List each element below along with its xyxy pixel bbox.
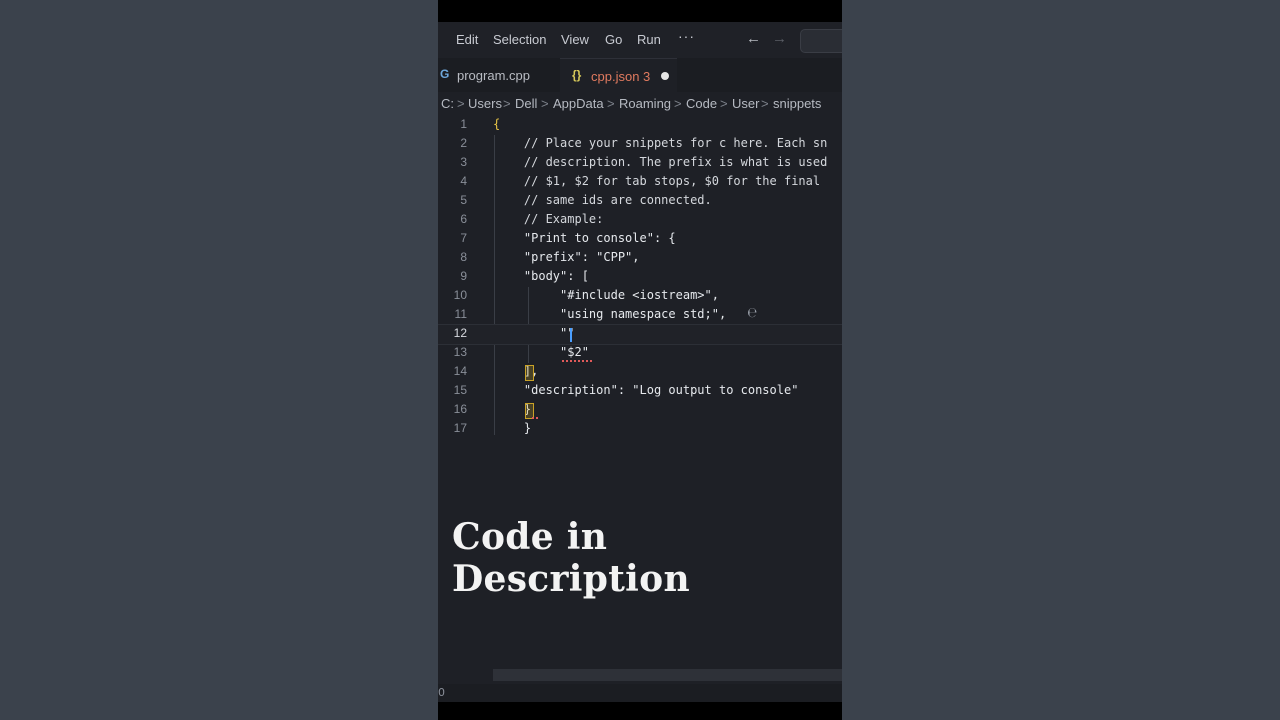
bracket-match-highlight [525, 365, 534, 381]
breadcrumb-item[interactable]: User [732, 96, 759, 111]
tab-cpp-json[interactable]: {} cpp.json 3 [560, 58, 677, 93]
line-number: 5 [460, 193, 467, 207]
error-squiggle [562, 360, 592, 362]
top-black-bar [438, 0, 842, 22]
line-text: "prefix": "CPP", [495, 250, 640, 264]
mouse-ibeam-icon: ℮ [748, 305, 757, 321]
code-line: 1 { [438, 116, 842, 135]
breadcrumb-item[interactable]: Users [468, 96, 502, 111]
line-number: 7 [460, 231, 467, 245]
arrow-right-icon[interactable]: → [772, 30, 787, 47]
code-line: 11 "using namespace std;", ℮ [438, 305, 842, 325]
code-line: 17 } [438, 420, 842, 439]
line-text: { [493, 117, 501, 131]
code-line: 16 } [438, 401, 842, 420]
code-line: 6 // Example: [438, 211, 842, 230]
line-text: // same ids are connected. [495, 193, 712, 207]
menu-more-button[interactable]: ··· [678, 28, 695, 44]
line-text: "description": "Log output to console" [495, 383, 799, 397]
breadcrumb: C: > Users > Dell > AppData > Roaming > … [438, 92, 842, 116]
menu-bar: Edit Selection View Go Run ··· ← → [438, 22, 842, 58]
tab-program-cpp[interactable]: G program.cpp [438, 58, 560, 92]
code-line: 7 "Print to console": { [438, 230, 842, 249]
code-line: 8 "prefix": "CPP", [438, 249, 842, 268]
bottom-black-bar [438, 702, 842, 720]
breadcrumb-item[interactable]: C: [441, 96, 454, 111]
line-text: "" [495, 326, 575, 340]
text-cursor [570, 328, 572, 342]
json-file-icon: {} [572, 68, 582, 82]
status-text[interactable]: 0 [438, 686, 445, 699]
line-text: // $1, $2 for tab stops, $0 for the fina… [495, 174, 828, 188]
line-number: 15 [453, 383, 467, 397]
line-number: 2 [460, 136, 467, 150]
menu-run[interactable]: Run [637, 32, 661, 47]
menu-edit[interactable]: Edit [456, 32, 478, 47]
line-number: 11 [454, 307, 467, 321]
video-caption: Code in Description [452, 516, 690, 600]
line-number: 3 [460, 155, 467, 169]
breadcrumb-separator: > [761, 96, 769, 111]
breadcrumb-item[interactable]: Dell [515, 96, 537, 111]
line-text: "Print to console": { [495, 231, 676, 245]
line-text: } [495, 421, 532, 435]
menu-go[interactable]: Go [605, 32, 622, 47]
code-line: 10 "#include <iostream>", [438, 287, 842, 306]
breadcrumb-separator: > [457, 96, 465, 111]
editor-tab-bar: G program.cpp {} cpp.json 3 [438, 58, 842, 93]
breadcrumb-separator: > [541, 96, 549, 111]
breadcrumb-item[interactable]: snippets [773, 96, 821, 111]
breadcrumb-item[interactable]: AppData [553, 96, 604, 111]
breadcrumb-separator: > [503, 96, 511, 111]
left-backdrop [0, 0, 438, 720]
line-number: 17 [453, 421, 467, 435]
arrow-left-icon[interactable]: ← [746, 30, 761, 47]
code-line: 4 // $1, $2 for tab stops, $0 for the fi… [438, 173, 842, 192]
breadcrumb-separator: > [720, 96, 728, 111]
unsaved-dot-icon[interactable] [661, 72, 669, 80]
tab-label: program.cpp [457, 68, 530, 83]
tab-label: cpp.json 3 [591, 69, 651, 84]
breadcrumb-separator: > [674, 96, 682, 111]
right-backdrop [842, 0, 1280, 720]
cpp-file-icon: G [440, 67, 450, 81]
vscode-window: Edit Selection View Go Run ··· ← → G pro… [438, 0, 842, 720]
error-squiggle [532, 417, 540, 419]
line-text: // Place your snippets for c here. Each … [495, 136, 828, 150]
line-number: 13 [453, 345, 467, 359]
menu-selection[interactable]: Selection [493, 32, 546, 47]
line-number: 4 [460, 174, 467, 188]
code-line: 3 // description. The prefix is what is … [438, 154, 842, 173]
code-line: 9 "body": [ [438, 268, 842, 287]
breadcrumb-item[interactable]: Roaming [619, 96, 671, 111]
line-number: 6 [460, 212, 467, 226]
line-text: "$2" [495, 345, 589, 359]
line-number: 1 [460, 117, 467, 131]
line-text: // description. The prefix is what is us… [495, 155, 828, 169]
line-number: 12 [453, 326, 467, 340]
code-line: 13 "$2" [438, 344, 842, 363]
line-number: 16 [453, 402, 467, 416]
line-number: 14 [453, 364, 467, 378]
line-text: "using namespace std;", [495, 307, 727, 321]
horizontal-scrollbar-thumb[interactable] [493, 669, 842, 681]
breadcrumb-item[interactable]: Code [686, 96, 717, 111]
line-text: "#include <iostream>", [495, 288, 719, 302]
code-line: 5 // same ids are connected. [438, 192, 842, 211]
breadcrumb-separator: > [607, 96, 615, 111]
line-number: 9 [460, 269, 467, 283]
code-line: 14 ], [438, 363, 842, 382]
command-center-search[interactable] [800, 29, 842, 53]
line-number: 8 [460, 250, 467, 264]
line-number: 10 [453, 288, 467, 302]
code-line: 2 // Place your snippets for c here. Eac… [438, 135, 842, 154]
status-bar: 0 [438, 684, 842, 702]
line-text: // Example: [495, 212, 604, 226]
code-line-active: 12 "" [438, 324, 842, 345]
code-line: 15 "description": "Log output to console… [438, 382, 842, 401]
line-text: "body": [ [495, 269, 589, 283]
menu-view[interactable]: View [561, 32, 589, 47]
